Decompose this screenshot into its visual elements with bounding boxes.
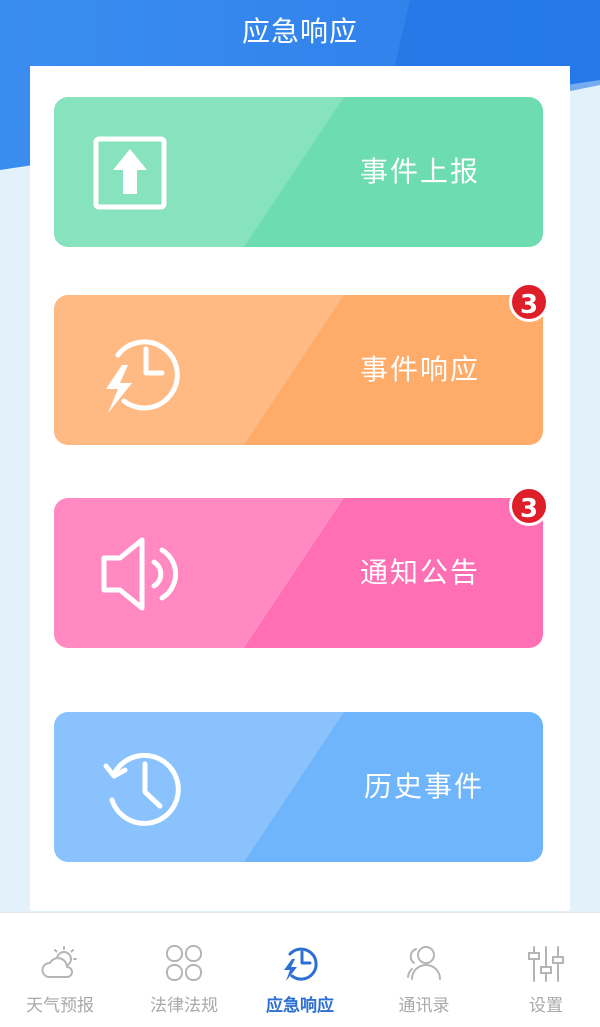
history-icon [103,752,181,826]
main-panel: 事件上报 事件响应 通知公告 历史事件 [30,66,570,911]
contacts-icon [407,946,441,980]
event-response-card[interactable]: 事件响应 [54,295,543,445]
tab-label: 天气预报 [26,996,94,1016]
card-label: 事件响应 [360,353,481,386]
card-label: 历史事件 [364,770,485,803]
clock-lightning-icon [106,339,180,413]
history-events-card[interactable]: 历史事件 [54,712,543,862]
bottom-tab-bar: 天气预报 法律法规 应急响应 通讯录 设置 [0,912,600,1027]
tab-label: 法律法规 [150,996,218,1016]
report-event-card[interactable]: 事件上报 [54,97,543,247]
tab-settings[interactable]: 设置 [486,913,600,1027]
notice-card[interactable]: 通知公告 [54,498,543,648]
grid-icon [166,945,202,981]
page-title: 应急响应 [241,15,358,48]
upload-icon [93,136,167,210]
tab-contacts[interactable]: 通讯录 [364,913,484,1027]
card-label: 事件上报 [360,155,481,188]
tab-laws[interactable]: 法律法规 [124,913,244,1027]
tab-label: 设置 [529,996,563,1016]
settings-sliders-icon [528,946,564,982]
tab-emergency[interactable]: 应急响应 [240,913,360,1027]
speaker-icon [101,537,179,611]
event-response-badge: 3 [509,282,549,322]
card-label: 通知公告 [360,556,481,589]
tab-label: 应急响应 [266,996,334,1016]
tab-label: 通讯录 [398,996,450,1016]
emergency-icon [284,947,318,981]
weather-icon [41,946,77,978]
notice-badge: 3 [509,486,549,526]
tab-weather[interactable]: 天气预报 [0,913,120,1027]
